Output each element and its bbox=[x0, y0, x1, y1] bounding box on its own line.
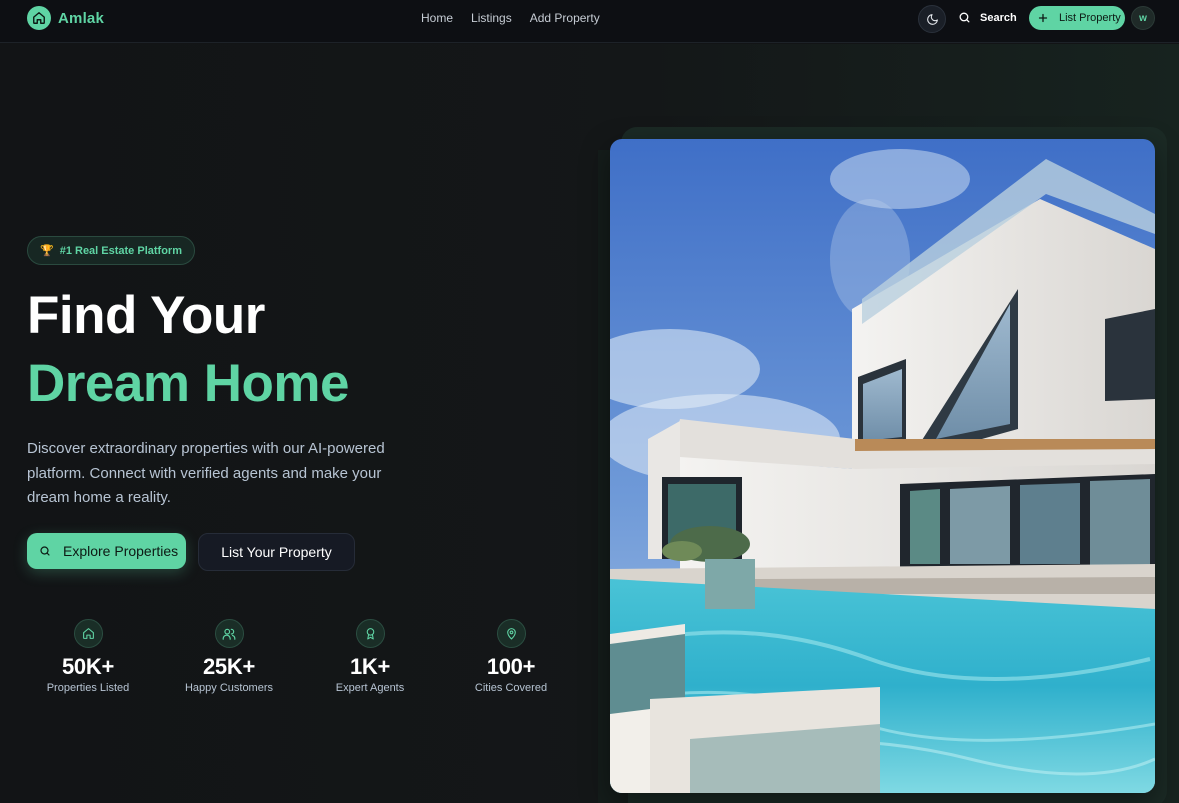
theme-toggle-button[interactable] bbox=[918, 5, 946, 33]
stat-label: Happy Customers bbox=[184, 682, 274, 694]
moon-icon bbox=[926, 13, 938, 25]
nav-link-listings[interactable]: Listings bbox=[471, 11, 512, 25]
stat-agents: 1K+ Expert Agents bbox=[310, 619, 430, 694]
list-your-property-button[interactable]: List Your Property bbox=[198, 533, 355, 571]
stat-label: Properties Listed bbox=[46, 682, 130, 694]
map-pin-icon bbox=[496, 619, 526, 648]
users-icon bbox=[214, 619, 244, 648]
explore-properties-label: Explore Properties bbox=[63, 543, 179, 559]
brand-name: Amlak bbox=[58, 9, 105, 27]
trophy-icon: 🏆 bbox=[40, 245, 54, 257]
list-property-label: List Property bbox=[1059, 12, 1121, 24]
home-icon bbox=[27, 6, 51, 30]
user-avatar[interactable]: w bbox=[1131, 6, 1155, 30]
search-label: Search bbox=[980, 11, 1017, 24]
hero-title-line1: Find Your bbox=[27, 286, 265, 345]
stat-cities: 100+ Cities Covered bbox=[451, 619, 571, 694]
hero-property-image bbox=[610, 139, 1155, 793]
plus-icon bbox=[1038, 13, 1048, 23]
top-navbar: Amlak Home Listings Add Property Search … bbox=[0, 0, 1179, 43]
search-icon bbox=[40, 546, 50, 556]
stat-value: 100+ bbox=[486, 654, 536, 679]
stat-label: Cities Covered bbox=[474, 682, 548, 694]
hero-title-line2: Dream Home bbox=[27, 354, 349, 413]
search-button[interactable]: Search bbox=[958, 11, 1017, 24]
nav-link-add-property[interactable]: Add Property bbox=[530, 11, 600, 25]
platform-badge: 🏆 #1 Real Estate Platform bbox=[27, 236, 195, 265]
search-icon bbox=[959, 12, 970, 23]
award-icon bbox=[355, 619, 385, 648]
explore-properties-button[interactable]: Explore Properties bbox=[27, 533, 186, 569]
stat-customers: 25K+ Happy Customers bbox=[169, 619, 289, 694]
hero-description: Discover extraordinary properties with o… bbox=[27, 440, 385, 506]
stat-properties: 50K+ Properties Listed bbox=[28, 619, 148, 694]
stat-label: Expert Agents bbox=[335, 682, 405, 694]
nav-link-home[interactable]: Home bbox=[421, 11, 453, 25]
badge-label: #1 Real Estate Platform bbox=[59, 244, 182, 257]
stat-value: 1K+ bbox=[349, 654, 391, 679]
stat-value: 25K+ bbox=[202, 654, 255, 679]
stat-value: 50K+ bbox=[61, 654, 114, 679]
nav-links: Home Listings Add Property bbox=[421, 11, 618, 25]
home-icon bbox=[73, 619, 103, 648]
list-property-button[interactable]: List Property bbox=[1029, 6, 1125, 30]
brand-logo[interactable]: Amlak bbox=[27, 6, 104, 30]
